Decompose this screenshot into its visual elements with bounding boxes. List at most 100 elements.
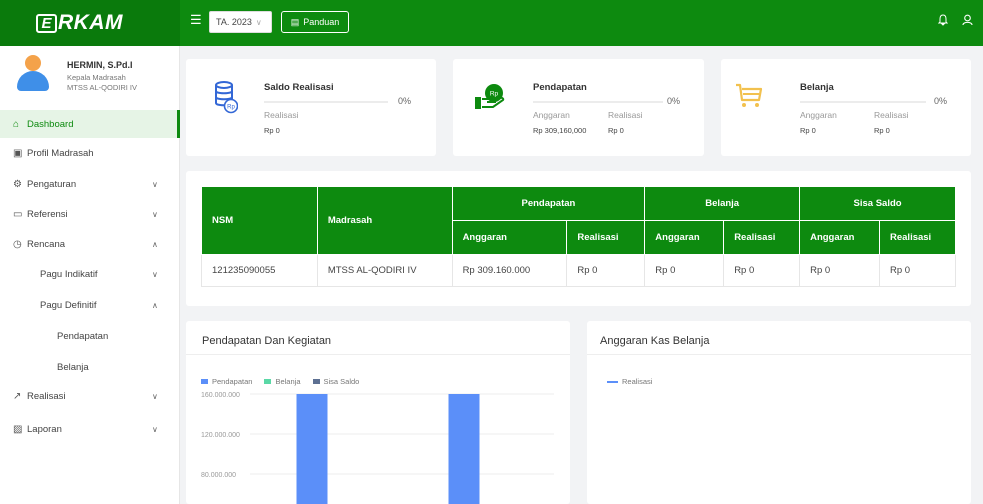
cart-icon (735, 81, 763, 112)
saldo-progress-bar (264, 101, 388, 103)
sidebar-item-pagu-definitif[interactable]: Pagu Definitif ∧ (0, 291, 180, 319)
sidebar-item-label: Referensi (27, 208, 68, 220)
table-cell: Rp 309.160.000 (451, 254, 568, 287)
chart-title: Pendapatan Dan Kegiatan (202, 335, 332, 347)
bell-icon[interactable] (937, 14, 949, 28)
profile-school: MTSS AL-QODIRI IV (67, 83, 138, 92)
sidebar-item-label: Pendapatan (57, 330, 109, 342)
table-cell: Rp 0 (879, 254, 956, 287)
stat-title: Pendapatan (533, 82, 587, 93)
legend-swatch (264, 379, 272, 384)
top-header: E RKAM ☰ TA. 2023 ∨ ▤ Panduan (0, 0, 983, 46)
bar-pendapatan[interactable] (448, 394, 480, 504)
sidebar-item-rencana[interactable]: ◷ Rencana ∧ (0, 230, 180, 258)
logo-mark: E (36, 13, 57, 33)
year-select-value: TA. 2023 (216, 17, 252, 27)
user-icon[interactable] (962, 14, 973, 28)
stat-title: Belanja (800, 82, 834, 93)
stat-percent: 0% (934, 96, 948, 106)
stat-label-realisasi: Realisasi (874, 110, 909, 120)
chart-card-pendapatan-kegiatan: Pendapatan Dan Kegiatan Pendapatan Belan… (186, 321, 570, 504)
stat-label: Realisasi (264, 110, 299, 120)
chevron-down-icon: ∨ (152, 209, 158, 219)
stat-label-anggaran: Anggaran (533, 110, 570, 120)
logo-text: RKAM (58, 11, 123, 34)
table-cell: Rp 0 (644, 254, 725, 287)
avatar (17, 55, 49, 95)
sidebar-item-belanja[interactable]: Belanja (0, 353, 180, 381)
book-icon: ▤ (290, 16, 300, 27)
column-header-anggaran: Anggaran (799, 220, 880, 255)
guide-button[interactable]: ▤ Panduan (281, 11, 349, 33)
column-group-sisa-saldo: Sisa Saldo (799, 186, 956, 221)
stat-value-anggaran: Rp 309,160,000 (533, 126, 587, 135)
stat-value-realisasi: Rp 0 (874, 126, 890, 135)
divider (587, 354, 971, 355)
sidebar-item-label: Pengaturan (27, 178, 77, 190)
stat-label-anggaran: Anggaran (800, 110, 837, 120)
svg-text:Rp: Rp (490, 91, 499, 98)
table-cell: MTSS AL-QODIRI IV (316, 254, 453, 287)
card-saldo-realisasi: Rp Saldo Realisasi 0% Realisasi Rp 0 (186, 59, 436, 156)
divider (186, 354, 570, 355)
table-row: 121235090055 MTSS AL-QODIRI IV Rp 309.16… (201, 254, 956, 287)
legend-swatch (201, 379, 208, 384)
svg-text:Rp: Rp (227, 105, 235, 111)
app-logo[interactable]: E RKAM (0, 0, 180, 46)
y-tick-label: 120.000.000 (201, 432, 240, 439)
column-group-belanja: Belanja (644, 186, 801, 221)
user-profile: HERMIN, S.Pd.I Kepala Madrasah MTSS AL-Q… (0, 46, 179, 108)
chevron-down-icon: ∨ (255, 17, 262, 27)
stat-value-realisasi: Rp 0 (608, 126, 624, 135)
guide-button-label: Panduan (303, 17, 340, 27)
folder-icon: ▭ (13, 208, 23, 220)
year-select[interactable]: TA. 2023 ∨ (209, 11, 272, 33)
sidebar-item-laporan[interactable]: ▨ Laporan ∨ (0, 415, 180, 443)
sidebar-item-profil-madrasah[interactable]: ▣ Profil Madrasah (0, 139, 180, 167)
trend-icon: ↗ (13, 390, 22, 402)
chevron-down-icon: ∨ (152, 391, 158, 401)
sidebar-item-label: Dashboard (27, 118, 74, 130)
bar-pendapatan[interactable] (296, 394, 328, 504)
home-icon: ⌂ (13, 118, 20, 130)
summary-table-card: NSM Madrasah Pendapatan Belanja Sisa Sal… (186, 171, 971, 306)
gear-icon: ⚙ (13, 178, 22, 190)
database-coin-icon: Rp (214, 81, 239, 118)
sidebar-item-label: Pagu Indikatif (40, 268, 98, 280)
sidebar-item-label: Laporan (27, 423, 62, 435)
menu-toggle-icon[interactable]: ☰ (190, 13, 202, 26)
table-cell: 121235090055 (201, 254, 318, 287)
y-tick-label: 80.000.000 (201, 472, 236, 479)
sidebar-item-pengaturan[interactable]: ⚙ Pengaturan ∨ (0, 170, 180, 198)
money-hand-icon: Rp (473, 81, 507, 116)
chevron-up-icon: ∧ (152, 239, 158, 249)
sidebar-item-label: Realisasi (27, 390, 66, 402)
id-card-icon: ▣ (13, 147, 23, 159)
card-pendapatan: Rp Pendapatan 0% Anggaran Rp 309,160,000… (453, 59, 704, 156)
chart-card-anggaran-kas-belanja: Anggaran Kas Belanja Realisasi (587, 321, 971, 504)
sidebar: HERMIN, S.Pd.I Kepala Madrasah MTSS AL-Q… (0, 46, 180, 504)
pendapatan-progress-bar (533, 101, 663, 103)
y-tick-label: 160.000.000 (201, 392, 240, 399)
sidebar-item-pagu-indikatif[interactable]: Pagu Indikatif ∨ (0, 260, 180, 288)
legend-label: Realisasi (622, 377, 653, 386)
report-icon: ▨ (13, 423, 23, 435)
table-cell: Rp 0 (723, 254, 801, 287)
stat-label-realisasi: Realisasi (608, 110, 643, 120)
sidebar-item-label: Pagu Definitif (40, 299, 97, 311)
sidebar-item-referensi[interactable]: ▭ Referensi ∨ (0, 200, 180, 228)
column-header-anggaran: Anggaran (451, 220, 568, 255)
chart-legend: Realisasi (607, 377, 652, 386)
column-header-madrasah: Madrasah (316, 186, 453, 255)
sidebar-item-label: Belanja (57, 361, 89, 373)
column-group-pendapatan: Pendapatan (451, 186, 646, 221)
stat-percent: 0% (398, 96, 412, 106)
sidebar-item-dashboard[interactable]: ⌂ Dashboard (0, 110, 180, 138)
table-cell: Rp 0 (566, 254, 646, 287)
column-header-realisasi: Realisasi (879, 220, 956, 255)
sidebar-item-label: Profil Madrasah (27, 147, 94, 159)
card-belanja: Belanja 0% Anggaran Rp 0 Realisasi Rp 0 (721, 59, 971, 156)
sidebar-item-pendapatan[interactable]: Pendapatan (0, 322, 180, 350)
sidebar-item-realisasi[interactable]: ↗ Realisasi ∨ (0, 382, 180, 410)
profile-role: Kepala Madrasah (67, 73, 126, 82)
